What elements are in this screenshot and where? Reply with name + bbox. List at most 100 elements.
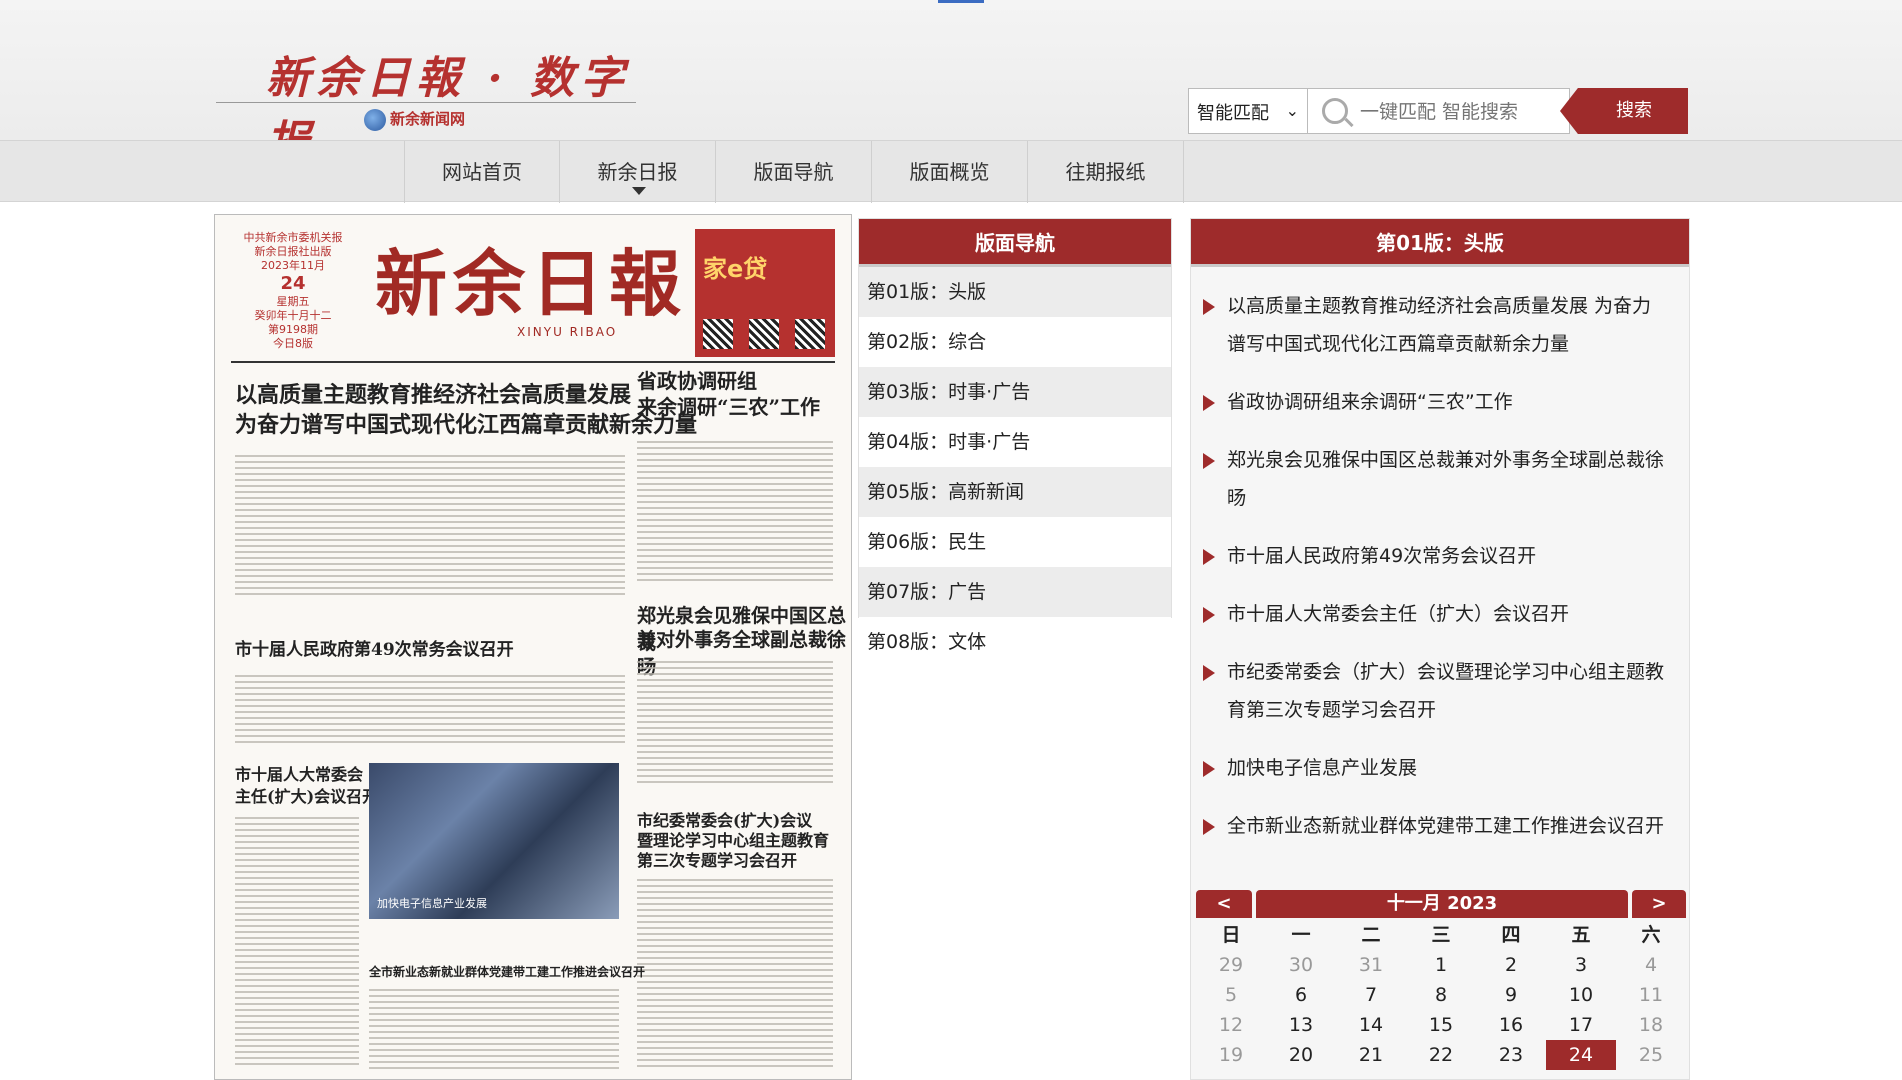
- calendar-day[interactable]: 21: [1336, 1040, 1406, 1070]
- newspaper-page-image[interactable]: 中共新余市委机关报 新余日报社出版 2023年11月 24 星期五 癸卯年十月十…: [214, 214, 852, 1080]
- paper-text-block: [235, 817, 359, 1067]
- nav-item-daily[interactable]: 新余日报: [560, 141, 716, 203]
- calendar-day[interactable]: 15: [1406, 1010, 1476, 1040]
- section-link[interactable]: 第02版：综合: [859, 317, 1171, 367]
- calendar-day[interactable]: 1: [1406, 950, 1476, 980]
- calendar-day[interactable]: 2: [1476, 950, 1546, 980]
- article-link[interactable]: 省政协调研组来余调研“三农”工作: [1191, 373, 1689, 431]
- calendar-day[interactable]: 7: [1336, 980, 1406, 1010]
- arrow-right-icon: [1203, 299, 1215, 315]
- paper-photo: 加快电子信息产业发展: [369, 763, 619, 919]
- nav-item-archive[interactable]: 往期报纸: [1028, 141, 1184, 203]
- next-month-button[interactable]: >: [1632, 890, 1686, 918]
- article-link[interactable]: 市十届人民政府第49次常务会议召开: [1191, 527, 1689, 585]
- nav-item-overview[interactable]: 版面概览: [872, 141, 1028, 203]
- paper-headline: 来余调研“三农”工作: [637, 395, 821, 419]
- paper-headline: 第三次专题学习会召开: [637, 851, 798, 870]
- paper-headline: 省政协调研组: [637, 369, 757, 393]
- qr-code-icon: [749, 319, 779, 349]
- calendar-day-selected[interactable]: 24: [1546, 1040, 1616, 1070]
- article-link[interactable]: 以高质量主题教育推动经济社会高质量发展 为奋力谱写中国式现代化江西篇章贡献新余力…: [1191, 277, 1689, 373]
- section-link[interactable]: 第01版：头版: [859, 267, 1171, 317]
- weekday-label: 日: [1221, 924, 1241, 946]
- search-field[interactable]: [1308, 88, 1570, 134]
- nav-item-section-nav[interactable]: 版面导航: [716, 141, 872, 203]
- calendar-day: 4: [1644, 954, 1658, 976]
- section-link[interactable]: 第06版：民生: [859, 517, 1171, 567]
- article-title: 全市新业态新就业群体党建带工建工作推进会议召开: [1227, 815, 1665, 837]
- calendar-day[interactable]: 20: [1266, 1040, 1336, 1070]
- article-link[interactable]: 市十届人大常委会主任（扩大）会议召开: [1191, 585, 1689, 643]
- search-mode-select[interactable]: 智能匹配 ⌄: [1188, 88, 1308, 134]
- article-list-title: 第01版：头版: [1191, 219, 1689, 267]
- paper-text-block: [235, 455, 625, 595]
- calendar-day[interactable]: 16: [1476, 1010, 1546, 1040]
- article-link[interactable]: 加快电子信息产业发展: [1191, 739, 1689, 797]
- calendar-day: 25: [1638, 1044, 1664, 1066]
- search-button[interactable]: 搜索: [1560, 88, 1688, 134]
- paper-text-block: [637, 879, 833, 1069]
- article-list: 以高质量主题教育推动经济社会高质量发展 为奋力谱写中国式现代化江西篇章贡献新余力…: [1191, 267, 1689, 855]
- weekday-line: 星期五: [276, 295, 310, 308]
- logo-divider: [216, 102, 636, 103]
- calendar-week-row: 5 6 7 8 9 10 11: [1196, 980, 1686, 1010]
- calendar-day[interactable]: 6: [1266, 980, 1336, 1010]
- main-nav: 网站首页 新余日报 版面导航 版面概览 往期报纸: [0, 140, 1902, 203]
- logo-subtitle: 新余新闻网: [364, 108, 465, 131]
- paper-text-block: [637, 661, 833, 785]
- logo-subtitle-text: 新余新闻网: [390, 110, 466, 128]
- weekday-label: 二: [1361, 924, 1381, 946]
- calendar-day: 31: [1358, 954, 1384, 976]
- calendar-day[interactable]: 13: [1266, 1010, 1336, 1040]
- weekday-label: 一: [1291, 924, 1311, 946]
- issuer-line: 新余日报社出版: [254, 245, 332, 258]
- calendar-day[interactable]: 8: [1406, 980, 1476, 1010]
- arrow-right-icon: [1203, 665, 1215, 681]
- qr-code-icon: [795, 319, 825, 349]
- nav-item-home[interactable]: 网站首页: [404, 141, 560, 203]
- weekday-label: 五: [1571, 924, 1591, 946]
- section-nav-title: 版面导航: [859, 219, 1171, 267]
- article-link[interactable]: 郑光泉会见雅保中国区总裁兼对外事务全球副总裁徐旸: [1191, 431, 1689, 527]
- article-title: 市纪委常委会（扩大）会议暨理论学习中心组主题教育第三次专题学习会召开: [1227, 661, 1665, 721]
- calendar-day: 18: [1638, 1014, 1664, 1036]
- section-link[interactable]: 第07版：广告: [859, 567, 1171, 617]
- paper-masthead: 新余日報: [375, 241, 688, 326]
- section-link[interactable]: 第05版：高新新闻: [859, 467, 1171, 517]
- qr-code-icon: [703, 319, 733, 349]
- article-title: 市十届人民政府第49次常务会议召开: [1227, 545, 1537, 567]
- weekday-label: 三: [1431, 924, 1451, 946]
- globe-icon: [364, 108, 386, 131]
- issuer-line: 中共新余市委机关报: [243, 231, 343, 244]
- calendar-day[interactable]: 14: [1336, 1010, 1406, 1040]
- weekday-line: 第9198期: [268, 323, 318, 336]
- calendar-day[interactable]: 3: [1546, 950, 1616, 980]
- article-title: 以高质量主题教育推动经济社会高质量发展 为奋力谱写中国式现代化江西篇章贡献新余力…: [1227, 295, 1652, 355]
- weekday-line: 癸卯年十月十二: [254, 309, 332, 322]
- section-link[interactable]: 第03版：时事·广告: [859, 367, 1171, 417]
- section-nav-panel: 版面导航 第01版：头版 第02版：综合 第03版：时事·广告 第04版：时事·…: [858, 218, 1172, 667]
- site-logo[interactable]: 新余日報 · 数字报 新余新闻网: [216, 40, 636, 168]
- section-link[interactable]: 第08版：文体: [859, 617, 1171, 667]
- article-link[interactable]: 市纪委常委会（扩大）会议暨理论学习中心组主题教育第三次专题学习会召开: [1191, 643, 1689, 739]
- prev-month-button[interactable]: <: [1196, 890, 1252, 918]
- article-title: 加快电子信息产业发展: [1227, 757, 1418, 779]
- calendar-day[interactable]: 22: [1406, 1040, 1476, 1070]
- arrow-right-icon: [1203, 549, 1215, 565]
- ad-text: 家e贷: [703, 255, 768, 283]
- calendar-day: 5: [1224, 984, 1238, 1006]
- calendar-day[interactable]: 9: [1476, 980, 1546, 1010]
- search-input[interactable]: [1360, 99, 1560, 125]
- paper-masthead-pinyin: XINYU RIBAO: [517, 325, 618, 339]
- calendar-day[interactable]: 23: [1476, 1040, 1546, 1070]
- article-link[interactable]: 全市新业态新就业群体党建带工建工作推进会议召开: [1191, 797, 1689, 855]
- calendar-day[interactable]: 17: [1546, 1010, 1616, 1040]
- calendar-day[interactable]: 10: [1546, 980, 1616, 1010]
- search-mode-value: 智能匹配: [1197, 103, 1269, 124]
- paper-text-block: [369, 989, 619, 1069]
- section-link[interactable]: 第04版：时事·广告: [859, 417, 1171, 467]
- calendar-day: 30: [1288, 954, 1314, 976]
- paper-headline: 主任(扩大)会议召开: [235, 787, 379, 806]
- search-bar: 智能匹配 ⌄ 搜索: [1188, 88, 1690, 136]
- arrow-right-icon: [1203, 453, 1215, 469]
